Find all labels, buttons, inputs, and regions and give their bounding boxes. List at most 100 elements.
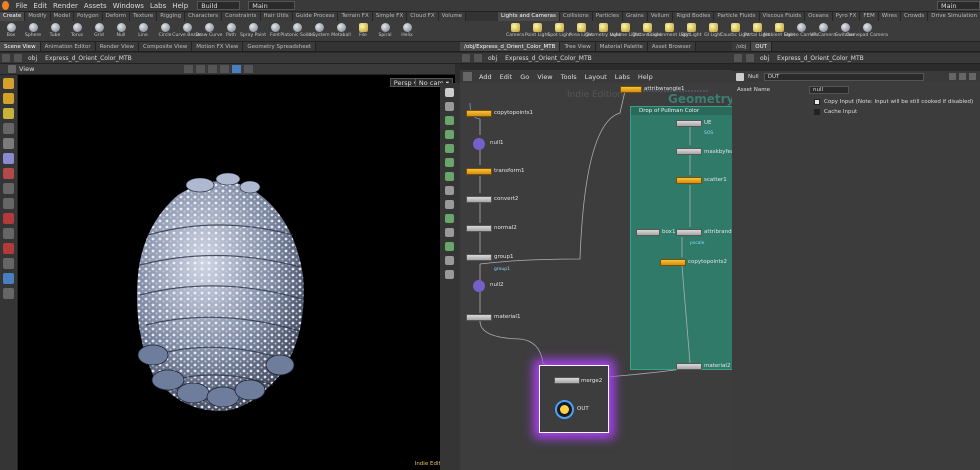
desktop-select[interactable]: Build xyxy=(197,1,241,10)
subnet-icon[interactable] xyxy=(445,256,454,265)
tool-curve-bezier[interactable]: Curve Bezier xyxy=(172,21,202,41)
tool-spray-paint[interactable]: Spray Paint xyxy=(240,21,266,41)
tool-environment-light[interactable]: Environment Light xyxy=(648,21,690,41)
node-scatter1[interactable] xyxy=(676,177,702,184)
shelf-tab-pyro-fx[interactable]: Pyro FX xyxy=(832,12,861,21)
net-menu-add[interactable]: Add xyxy=(475,73,496,81)
tool-grid[interactable]: Grid xyxy=(88,21,110,41)
asset-name-field[interactable]: null xyxy=(809,86,849,94)
tool-line[interactable]: Line xyxy=(132,21,154,41)
snap-icon[interactable] xyxy=(220,65,230,73)
shelf-tab-characters[interactable]: Characters xyxy=(185,12,223,21)
menu-assets[interactable]: Assets xyxy=(81,2,110,10)
viewport-3d[interactable]: Persp ▾ No cam ▾ xyxy=(18,75,455,470)
grid-snap-icon[interactable] xyxy=(445,186,454,195)
shelf-tab-viscous-fluids[interactable]: Viscous Fluids xyxy=(759,12,806,21)
shelf-tab-rigging[interactable]: Rigging xyxy=(157,12,186,21)
menu-windows[interactable]: Windows xyxy=(110,2,147,10)
tab-out[interactable]: OUT xyxy=(751,42,772,51)
tool-point-light[interactable]: Point Light xyxy=(525,21,549,41)
tool-font[interactable]: Font xyxy=(264,21,286,41)
node-merge2[interactable] xyxy=(554,377,580,384)
view-tool-icon[interactable] xyxy=(3,168,14,179)
help-icon[interactable] xyxy=(959,73,966,80)
node-name-input[interactable]: OUT xyxy=(763,72,924,81)
handle-icon[interactable] xyxy=(3,153,14,164)
node-box1[interactable] xyxy=(636,229,660,236)
tool-caustic-light[interactable]: Caustic Light xyxy=(720,21,750,41)
tool-torus[interactable]: Torus xyxy=(66,21,88,41)
tool-path[interactable]: Path xyxy=(220,21,242,41)
shelf-tab-particle-fluids[interactable]: Particle Fluids xyxy=(714,12,760,21)
shelf-tab-wires[interactable]: Wires xyxy=(878,12,902,21)
tool-tube[interactable]: Tube xyxy=(44,21,66,41)
shelf-tab-texture[interactable]: Texture xyxy=(130,12,158,21)
tool-gamepad-camera[interactable]: Gamepad Camera xyxy=(846,21,888,41)
sticky-note-icon[interactable] xyxy=(445,228,454,237)
tool-spiral[interactable]: Spiral xyxy=(374,21,396,41)
shelf-tab-deform[interactable]: Deform xyxy=(102,12,131,21)
tool-portal-light[interactable]: Portal Light xyxy=(744,21,770,41)
node-normal2[interactable] xyxy=(466,225,492,232)
node-color-icon[interactable] xyxy=(445,88,454,97)
shelf-tab-vellum[interactable]: Vellum xyxy=(647,12,674,21)
net-menu-layout[interactable]: Layout xyxy=(581,73,611,81)
camera-lock-icon[interactable] xyxy=(3,258,14,269)
pose-icon[interactable] xyxy=(3,138,14,149)
shelf-tab-drive-simulation[interactable]: Drive Simulation xyxy=(928,12,980,21)
node-material1[interactable] xyxy=(466,314,492,321)
shelf-tab-oceans[interactable]: Oceans xyxy=(805,12,833,21)
tab-geometry-spreadsheet[interactable]: Geometry Spreadsheet xyxy=(243,42,317,51)
tab-obj[interactable]: /obj xyxy=(732,42,752,51)
back-icon[interactable] xyxy=(2,54,10,62)
net-menu-tools[interactable]: Tools xyxy=(557,73,581,81)
node-null2[interactable] xyxy=(473,280,485,292)
path-obj[interactable]: obj xyxy=(756,55,773,62)
grid-icon[interactable] xyxy=(232,65,242,73)
tool-gi-light[interactable]: GI Light xyxy=(702,21,724,41)
shelf-tab-constraints[interactable]: Constraints xyxy=(222,12,261,21)
path-node[interactable]: Express_d_Orient_Color_MTB xyxy=(773,55,868,62)
tool-null[interactable]: Null xyxy=(110,21,132,41)
network-box-icon[interactable] xyxy=(445,214,454,223)
tool-platonic-solids[interactable]: Platonic Solids xyxy=(280,21,314,41)
copy-input-checkbox[interactable] xyxy=(814,99,820,105)
shelf-tab-crowds[interactable]: Crowds xyxy=(901,12,929,21)
visibility-icon[interactable] xyxy=(244,65,254,73)
tool-sky-light[interactable]: Sky Light xyxy=(680,21,702,41)
node-convert2[interactable] xyxy=(466,196,492,203)
quick-mark-icon[interactable] xyxy=(445,270,454,279)
info-icon[interactable] xyxy=(969,73,976,80)
net-menu-view[interactable]: View xyxy=(533,73,556,81)
node-material2[interactable] xyxy=(676,363,702,370)
tab-material-palette[interactable]: Material Palette xyxy=(595,42,648,51)
scale-icon[interactable] xyxy=(3,123,14,134)
tool-vr-camera[interactable]: VR Camera xyxy=(810,21,836,41)
dot-icon[interactable] xyxy=(445,242,454,251)
shelf-tab-grains[interactable]: Grains xyxy=(622,12,648,21)
forward-icon[interactable] xyxy=(746,54,754,62)
shelf-tab-simple-fx[interactable]: Simple FX xyxy=(372,12,408,21)
forward-icon[interactable] xyxy=(474,54,482,62)
tool-volume-light[interactable]: Volume Light xyxy=(610,21,640,41)
align-icon[interactable] xyxy=(445,200,454,209)
cache-input-checkbox[interactable] xyxy=(814,109,820,115)
net-menu-help[interactable]: Help xyxy=(634,73,657,81)
tool-l-system[interactable]: L-System xyxy=(308,21,330,41)
node-copytopoints1[interactable] xyxy=(466,110,492,117)
path-obj[interactable]: obj xyxy=(484,55,501,62)
selection-highlight[interactable] xyxy=(539,365,609,433)
view-menu-icon[interactable] xyxy=(8,65,16,73)
shelf-tab-cloud-fx[interactable]: Cloud FX xyxy=(407,12,439,21)
shelf-tab-fem[interactable]: FEM xyxy=(860,12,879,21)
net-menu-edit[interactable]: Edit xyxy=(496,73,517,81)
node-transform1[interactable] xyxy=(466,168,492,175)
shelf-tab-modify[interactable]: Modify xyxy=(25,12,51,21)
network-context-select[interactable]: Main xyxy=(248,1,295,10)
tab-tree-view[interactable]: Tree View xyxy=(560,42,596,51)
path-node[interactable]: Express_d_Orient_Color_MTB xyxy=(41,55,136,62)
node-uv[interactable] xyxy=(676,120,702,127)
forward-icon[interactable] xyxy=(14,54,22,62)
rotate-icon[interactable] xyxy=(3,108,14,119)
network-editor[interactable]: Indie Edition Geometry Drop of Pullman C… xyxy=(460,83,732,470)
